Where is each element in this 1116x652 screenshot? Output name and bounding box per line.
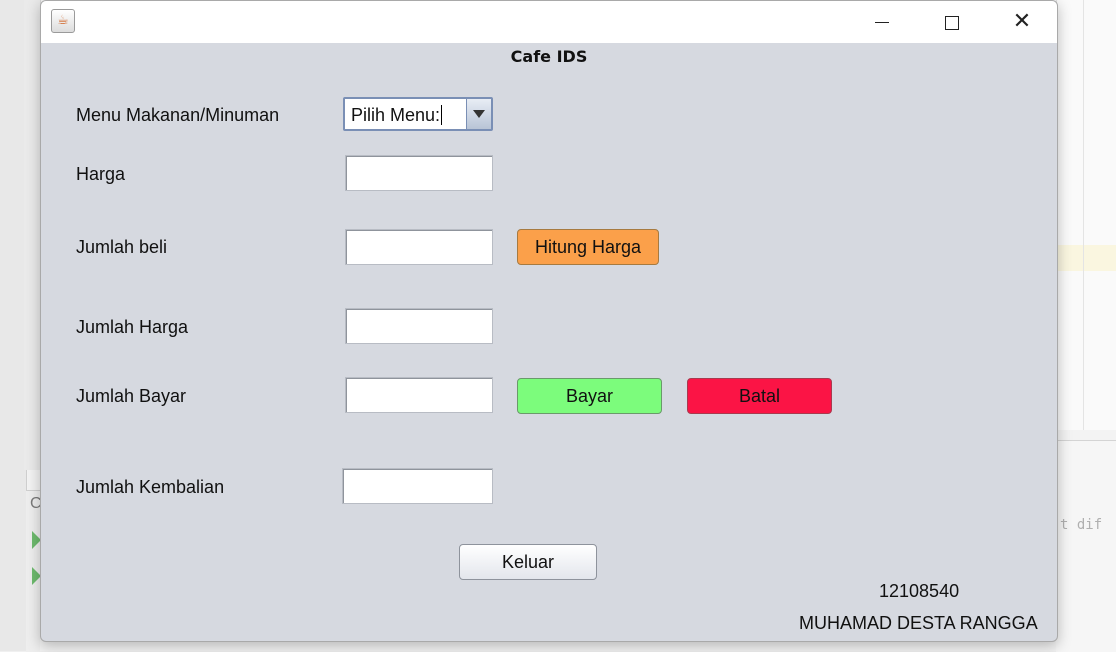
ide-bottom-left-panel: C [26,490,42,652]
hitung-harga-button[interactable]: Hitung Harga [517,229,659,265]
menu-select-value: Pilih Menu: [351,105,441,125]
minimize-button[interactable] [859,7,905,37]
ide-left-gutter [24,0,41,470]
jumlah-beli-field[interactable] [345,229,493,265]
maximize-icon [945,15,959,30]
student-name: MUHAMAD DESTA RANGGA [799,613,1038,633]
label-jumlah-bayar: Jumlah Bayar [76,386,187,406]
output-text-fragment: t dif [1060,517,1103,533]
cafe-ids-window: ☕ ✕ Cafe IDS Menu Makanan/Minuman Pilih … [40,0,1058,642]
menu-dropdown-button[interactable] [466,99,491,129]
label-menu: Menu Makanan/Minuman [76,105,280,125]
batal-button[interactable]: Batal [687,378,832,414]
title-bar: ☕ ✕ [41,1,1057,43]
label-jumlah-beli: Jumlah beli [76,237,168,257]
student-id: 12108540 [879,581,960,601]
bayar-button[interactable]: Bayar [517,378,662,414]
chevron-down-icon [473,110,485,118]
editor-margin-line [1083,0,1084,430]
label-harga: Harga [76,164,126,184]
harga-field[interactable] [345,155,493,191]
label-jumlah-kembalian: Jumlah Kembalian [76,477,225,497]
jumlah-harga-field[interactable] [345,308,493,344]
close-icon: ✕ [1012,9,1032,34]
minimize-icon [875,22,889,23]
jumlah-kembalian-field[interactable] [342,468,493,504]
label-jumlah-harga: Jumlah Harga [76,317,189,337]
ide-editor-edge [1056,0,1116,430]
ide-output-edge: t dif [1056,440,1116,652]
keluar-button[interactable]: Keluar [459,544,597,580]
close-button[interactable]: ✕ [999,7,1045,37]
java-cup-icon: ☕ [51,9,75,33]
menu-select[interactable]: Pilih Menu: [343,97,493,131]
form-title: Cafe IDS [510,47,588,66]
ide-left-strip [0,0,27,651]
text-caret [441,105,442,125]
maximize-button[interactable] [929,7,975,37]
jumlah-bayar-field[interactable] [345,377,493,413]
editor-highlight-line [1057,245,1116,271]
